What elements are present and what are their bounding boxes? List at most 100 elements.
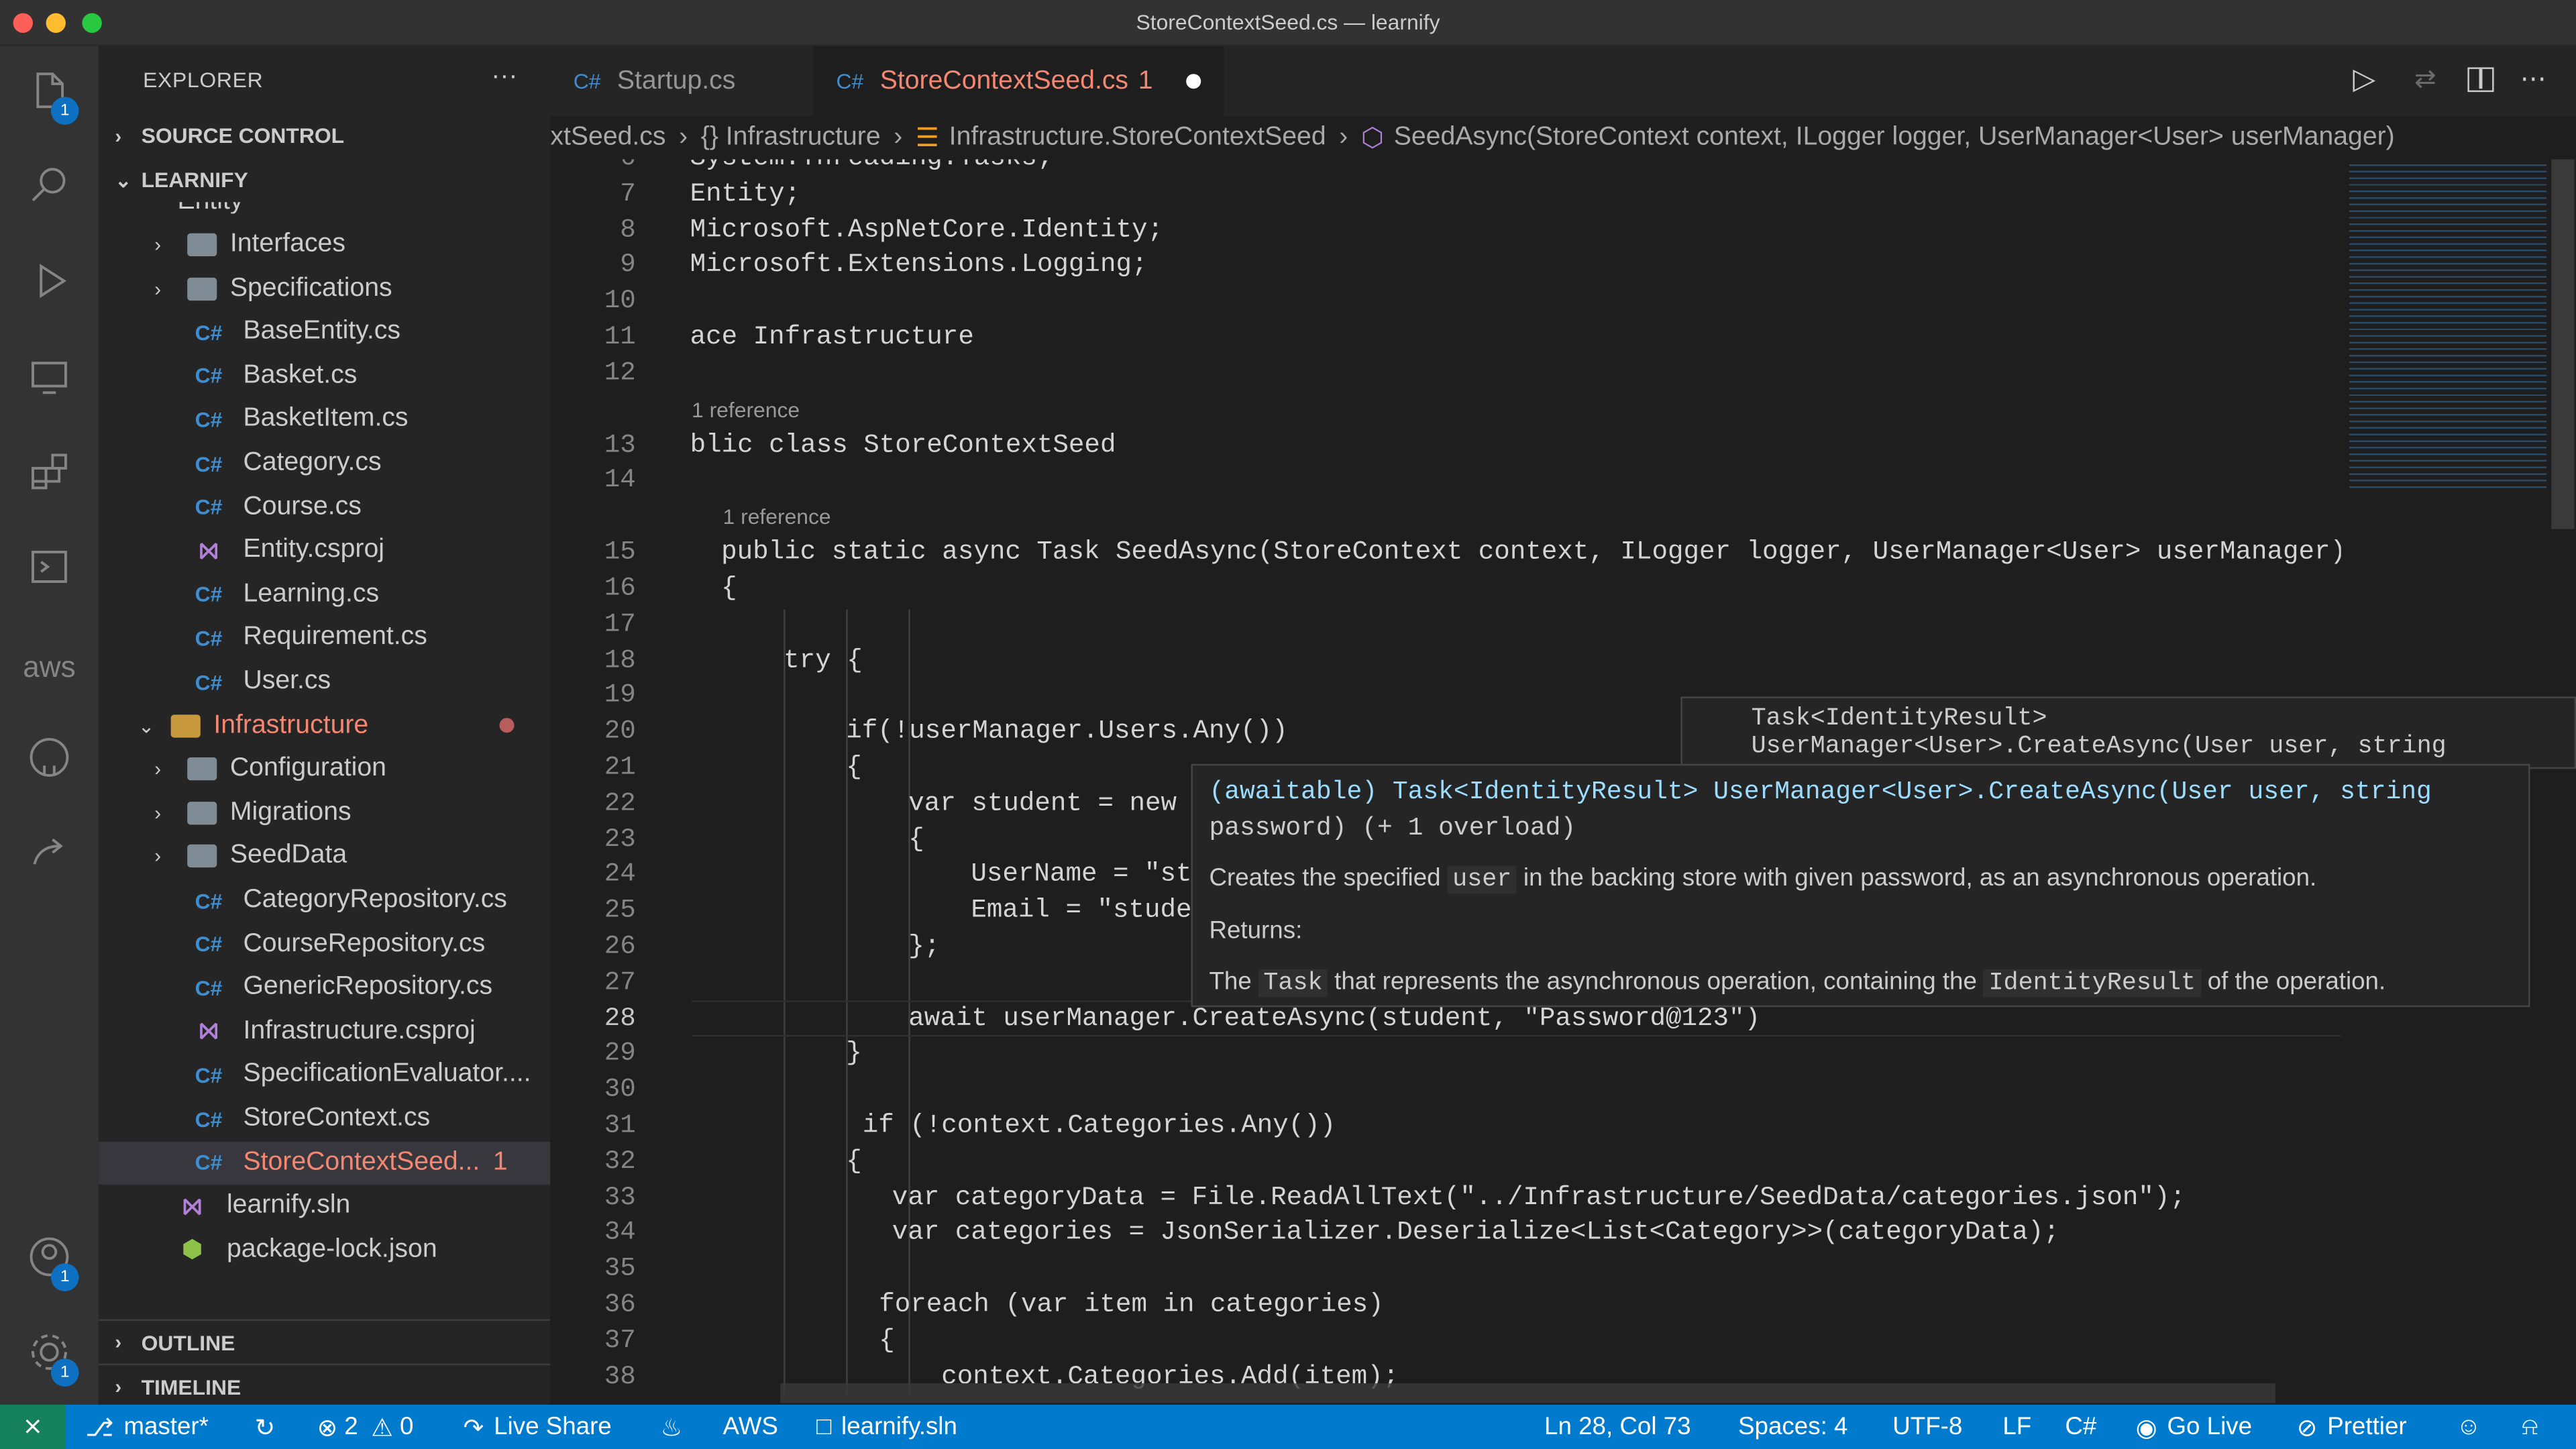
- tree-item[interactable]: ⨝ Infrastructure.csproj: [99, 1010, 550, 1053]
- tree-item[interactable]: ⬢ package-lock.json: [99, 1228, 550, 1271]
- tree-item[interactable]: C# StoreContextSeed... 1: [98, 1141, 551, 1184]
- explorer-icon[interactable]: 1: [19, 66, 79, 125]
- minimap-slider[interactable]: [2551, 159, 2575, 529]
- tab-storecontextseed[interactable]: C# StoreContextSeed.cs 1: [813, 46, 1224, 117]
- code-line[interactable]: {: [908, 824, 924, 853]
- run-icon[interactable]: ▷: [2353, 62, 2375, 97]
- tree-item-partial[interactable]: Entity: [99, 202, 550, 213]
- more-actions-icon[interactable]: ⋯: [2520, 62, 2546, 95]
- tree-item[interactable]: › Specifications: [99, 267, 550, 310]
- indentation[interactable]: Spaces: 4: [1738, 1405, 1847, 1449]
- tree-item[interactable]: C# Basket.cs: [99, 354, 550, 397]
- live-share-icon[interactable]: [19, 828, 78, 887]
- tree-item[interactable]: ⨝ Entity.csproj: [99, 529, 550, 572]
- tree-item[interactable]: C# StoreContext.cs: [99, 1097, 550, 1140]
- source-control-section[interactable]: › SOURCE CONTROL: [99, 113, 550, 158]
- feedback-icon[interactable]: ☺: [2456, 1405, 2481, 1449]
- aws-icon[interactable]: aws: [19, 637, 78, 696]
- tree-item[interactable]: C# Learning.cs: [99, 573, 550, 616]
- tab-startup[interactable]: C# Startup.cs: [550, 46, 813, 117]
- end-of-line[interactable]: LF: [2002, 1405, 2031, 1449]
- code-line[interactable]: System.Threading.Tasks;: [690, 160, 1053, 173]
- tree-item[interactable]: C# CategoryRepository.cs: [99, 879, 550, 922]
- code-line[interactable]: blic class StoreContextSeed: [690, 430, 1116, 460]
- github-icon[interactable]: [19, 733, 78, 792]
- code-line[interactable]: {: [846, 1146, 862, 1176]
- go-live-label: Go Live: [2167, 1413, 2253, 1441]
- code-lens-references[interactable]: 1 reference: [723, 504, 831, 529]
- code-line[interactable]: await userManager.CreateAsync(student, "…: [908, 1003, 1760, 1032]
- timeline-section[interactable]: › TIMELINE: [98, 1363, 551, 1408]
- remote-explorer-icon[interactable]: [19, 352, 78, 411]
- prettier-item[interactable]: ⊘ Prettier: [2297, 1405, 2407, 1449]
- tree-item[interactable]: C# Requirement.cs: [99, 616, 550, 659]
- breadcrumb-method[interactable]: SeedAsync(StoreContext context, ILogger …: [1394, 123, 2395, 153]
- tree-item[interactable]: ⨝ learnify.sln: [99, 1185, 550, 1228]
- cursor-position[interactable]: Ln 28, Col 73: [1544, 1405, 1691, 1449]
- code-line[interactable]: try {: [784, 645, 863, 674]
- search-icon[interactable]: [19, 161, 78, 220]
- code-line[interactable]: {: [721, 574, 737, 603]
- code-line[interactable]: }: [846, 1039, 862, 1069]
- accounts-icon[interactable]: 1: [19, 1232, 79, 1291]
- tree-item[interactable]: C# GenericRepository.cs: [99, 966, 550, 1009]
- code-line[interactable]: if(!userManager.Users.Any()): [846, 716, 1287, 746]
- breadcrumb-namespace[interactable]: {} Infrastructure: [701, 123, 881, 153]
- go-live-item[interactable]: ◉ Go Live: [2136, 1405, 2252, 1449]
- tree-item[interactable]: C# CourseRepository.cs: [99, 922, 550, 965]
- aws-item[interactable]: AWS: [723, 1405, 778, 1449]
- project-section[interactable]: ⌄ LEARNIFY: [99, 158, 550, 202]
- tree-item[interactable]: C# User.cs: [99, 660, 550, 703]
- solution-item[interactable]: □ learnify.sln: [816, 1405, 957, 1449]
- live-share-item[interactable]: ↷ Live Share: [464, 1405, 612, 1449]
- tree-item[interactable]: C# Category.cs: [99, 442, 550, 485]
- split-editor-icon[interactable]: [2467, 67, 2494, 93]
- code-line[interactable]: };: [908, 932, 940, 961]
- code-line[interactable]: if (!context.Categories.Any()): [863, 1111, 1336, 1140]
- breadcrumb-file[interactable]: xtSeed.cs: [550, 123, 665, 153]
- remote-indicator-icon[interactable]: ⨯: [0, 1404, 66, 1449]
- outline-section[interactable]: › OUTLINE: [98, 1319, 551, 1364]
- code-line[interactable]: var categoryData = File.ReadAllText("../…: [892, 1182, 2186, 1212]
- encoding[interactable]: UTF-8: [1892, 1405, 1962, 1449]
- problems-item[interactable]: ⊗ 2 ⚠ 0: [317, 1405, 414, 1449]
- tree-item[interactable]: C# Course.cs: [99, 486, 550, 529]
- tree-item[interactable]: › Configuration: [99, 748, 550, 791]
- tree-item[interactable]: C# BaseEntity.cs: [99, 311, 550, 354]
- tree-item[interactable]: C# BasketItem.cs: [99, 398, 550, 441]
- csharp-file-icon: C#: [195, 494, 223, 520]
- tree-item[interactable]: C# SpecificationEvaluator....: [99, 1054, 550, 1097]
- horizontal-scrollbar[interactable]: [780, 1383, 2275, 1403]
- tree-item[interactable]: › Migrations: [99, 792, 550, 835]
- code-line[interactable]: Microsoft.AspNetCore.Identity;: [690, 215, 1163, 244]
- code-line[interactable]: Entity;: [690, 178, 801, 208]
- open-changes-icon[interactable]: ⇄: [2414, 62, 2436, 95]
- settings-gear-icon[interactable]: 1: [19, 1328, 79, 1387]
- tree-item[interactable]: › Interfaces: [99, 223, 550, 266]
- code-lens-references[interactable]: 1 reference: [692, 397, 800, 422]
- branch-item[interactable]: ⎇ master*: [85, 1405, 209, 1449]
- code-line[interactable]: {: [879, 1326, 895, 1355]
- unsaved-dot-icon[interactable]: [1185, 74, 1201, 89]
- flame-icon[interactable]: ♨: [660, 1405, 682, 1449]
- explorer-more-actions[interactable]: ···: [491, 62, 517, 92]
- code-line[interactable]: Microsoft.Extensions.Logging;: [690, 250, 1148, 280]
- tree-item[interactable]: ⌄ Infrastructure: [99, 704, 550, 747]
- code-line[interactable]: var categories = JsonSerializer.Deserial…: [892, 1218, 2059, 1248]
- explorer-sidebar: EXPLORER ··· › SOURCE CONTROL ⌄ LEARNIFY E…: [98, 46, 551, 1408]
- code-line[interactable]: foreach (var item in categories): [879, 1289, 1383, 1319]
- code-line[interactable]: ace Infrastructure: [690, 322, 974, 352]
- code-line[interactable]: UserName = "st: [971, 860, 1191, 890]
- language-mode[interactable]: C#: [2065, 1405, 2096, 1449]
- sync-icon[interactable]: ↻: [255, 1405, 276, 1449]
- code-line[interactable]: Email = "stude: [971, 896, 1191, 925]
- code-line[interactable]: public static async Task SeedAsync(Store…: [721, 537, 2341, 567]
- run-debug-icon[interactable]: [19, 256, 78, 315]
- code-line[interactable]: {: [846, 753, 862, 782]
- tree-item[interactable]: › SeedData: [99, 835, 550, 878]
- notifications-bell-icon[interactable]: ⍾: [2522, 1405, 2538, 1449]
- breadcrumb-class[interactable]: Infrastructure.StoreContextSeed: [949, 123, 1326, 153]
- extensions-icon[interactable]: [19, 447, 78, 506]
- code-line[interactable]: var student = new: [908, 788, 1177, 818]
- terminal-icon[interactable]: [19, 542, 78, 601]
